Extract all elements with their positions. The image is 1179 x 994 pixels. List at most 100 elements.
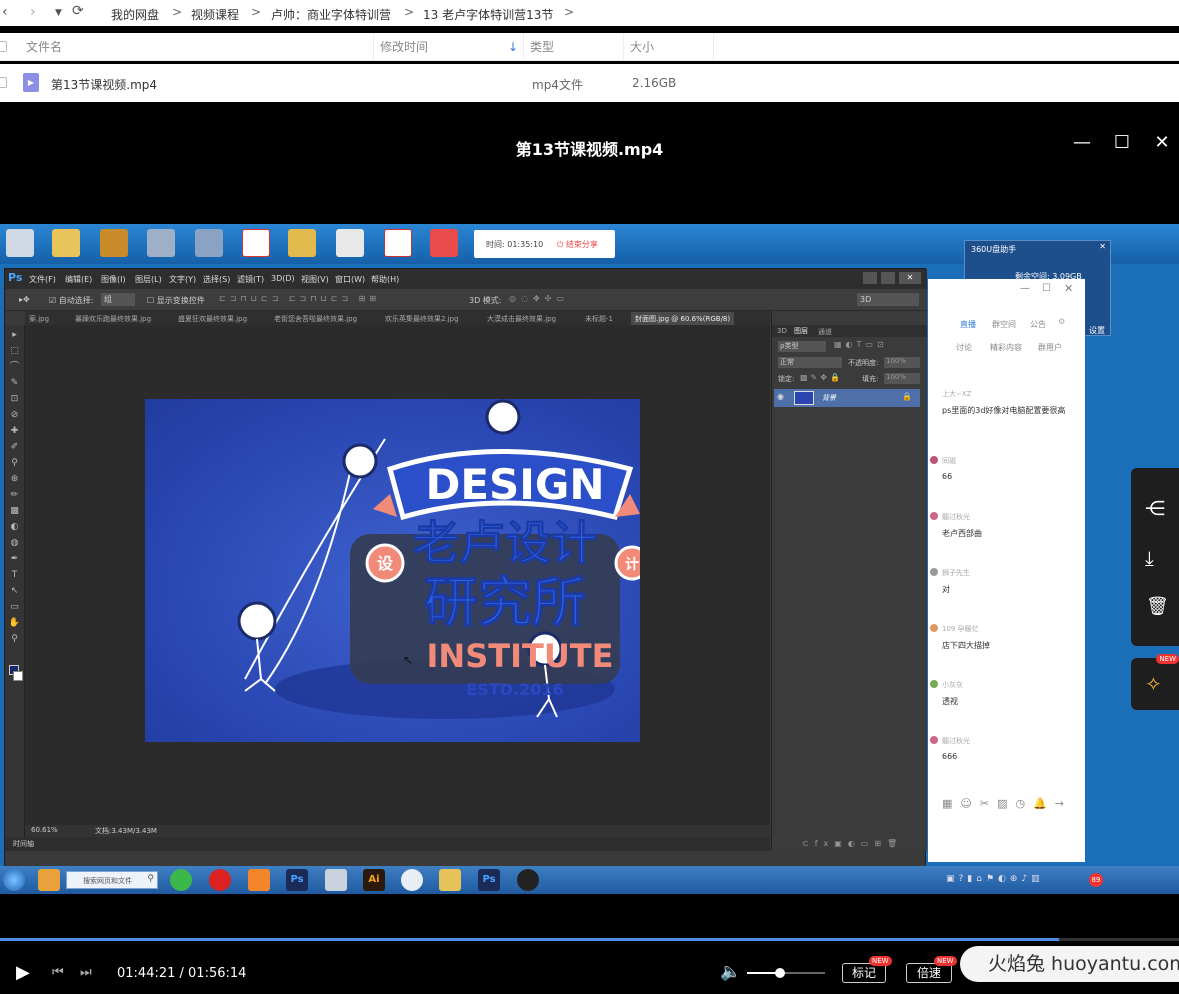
breadcrumb-item-courses[interactable]: 视频课程 xyxy=(191,6,239,23)
ps-menu-file[interactable]: 文件(F) xyxy=(29,274,56,285)
chat-settings-icon[interactable]: ⚙ xyxy=(1058,317,1065,326)
photoshop-icon[interactable]: Ps xyxy=(286,869,308,891)
ps-panel-tab-3d[interactable]: 3D xyxy=(777,327,787,335)
layer-visibility-icon[interactable]: ◉ xyxy=(777,392,784,401)
history-dropdown-icon[interactable]: ▼ xyxy=(55,8,62,18)
back-icon[interactable]: ‹ xyxy=(2,4,8,20)
close-icon[interactable]: ✕ xyxy=(1151,132,1173,153)
explorer-icon[interactable] xyxy=(439,869,461,891)
recorder-icon[interactable] xyxy=(209,869,231,891)
ps-tab[interactable]: 未标题-1 xyxy=(585,314,613,324)
forward-icon[interactable]: › xyxy=(30,4,36,20)
ps-panel-tab-channels[interactable]: 通道 xyxy=(818,327,832,337)
chat-tab-notice[interactable]: 公告 xyxy=(1030,319,1046,330)
column-type[interactable]: 类型 xyxy=(524,33,624,61)
column-name[interactable]: 文件名 xyxy=(20,33,374,61)
share-icon[interactable]: ⋲ xyxy=(1145,496,1165,520)
ps-canvas-area[interactable]: DESIGN 老卢设计 研究所 INSTITUTE 设 计 ESTD.2016 … xyxy=(25,325,770,837)
next-icon[interactable]: ⏭ xyxy=(80,965,92,980)
ps-tab[interactable]: 盛夏狂欢最终效果.jpg xyxy=(178,314,247,324)
ps-menu-view[interactable]: 视图(V) xyxy=(301,274,329,285)
refresh-icon[interactable]: ⟳ xyxy=(72,3,84,19)
background-color-swatch[interactable] xyxy=(13,671,23,681)
usb-helper-settings[interactable]: 设置 xyxy=(1089,325,1105,336)
ps-menu-3d[interactable]: 3D(D) xyxy=(271,274,295,283)
layer-filter-icons[interactable]: ▦◐T▭⊡ xyxy=(834,340,888,349)
end-share-button[interactable]: ⏻ 结束分享 xyxy=(557,239,598,250)
volume-knob[interactable] xyxy=(774,968,785,978)
taskbar-search-input[interactable]: 搜索网页和文件 ⚲ xyxy=(66,871,158,889)
layer-name[interactable]: 背景 xyxy=(822,393,836,403)
ps-tab-active[interactable]: 封面图.jpg @ 60.6%(RGB/8) xyxy=(631,312,735,325)
layer-row-background[interactable]: ◉ 背景 🔒 xyxy=(774,389,920,407)
system-tray-icons[interactable]: ▣?▮⌂⚑◐⊕♪▥ xyxy=(946,874,1044,884)
play-icon[interactable]: ▶ xyxy=(16,962,30,983)
taskbar-app-icon[interactable] xyxy=(38,869,60,891)
ps-menu-layer[interactable]: 图层(L) xyxy=(135,274,162,285)
ps-tab[interactable]: 老街您舍吾啦最终效果.jpg xyxy=(274,314,357,324)
chat-minimize-icon[interactable]: — xyxy=(1020,283,1030,294)
show-transform-checkbox[interactable]: ☐ 显示变换控件 xyxy=(147,295,205,306)
ps-close-icon[interactable]: ✕ xyxy=(899,272,921,284)
illustrator-icon[interactable]: Ai xyxy=(363,869,385,891)
column-size[interactable]: 大小 xyxy=(624,33,714,61)
auto-select-checkbox[interactable]: ☑ 自动选择: xyxy=(49,295,93,306)
ps-menu-window[interactable]: 窗口(W) xyxy=(335,274,365,285)
column-modified[interactable]: 修改时间 ↓ xyxy=(374,33,524,61)
file-name[interactable]: 第13节课视频.mp4 xyxy=(51,76,157,93)
align-icons[interactable]: ⊏⊐⊓⊔⊏⊐ ⊏⊐⊓⊔⊏⊐ ⊞⊞ xyxy=(219,294,380,303)
app-icon[interactable] xyxy=(248,869,270,891)
ps-maximize-icon[interactable] xyxy=(881,272,895,284)
ps-minimize-icon[interactable] xyxy=(863,272,877,284)
chat-toolbar-icons[interactable]: ▦☺✂▨◷🔔→ xyxy=(942,797,1072,810)
ps-menu-type[interactable]: 文字(Y) xyxy=(169,274,196,285)
speed-button[interactable]: 倍速 xyxy=(906,963,952,983)
auto-select-dropdown[interactable]: 组 xyxy=(101,293,135,306)
progress-track[interactable] xyxy=(0,938,1179,941)
file-row[interactable]: ▶ 第13节课视频.mp4 mp4文件 2.16GB xyxy=(0,64,1179,102)
chrome-icon[interactable] xyxy=(401,869,423,891)
layer-panel-footer-icons[interactable]: ⊂fx▣◐▭⊞🗑 xyxy=(802,839,903,848)
download-icon[interactable]: ⤓ xyxy=(1145,546,1154,570)
mark-button[interactable]: 标记 xyxy=(842,963,886,983)
3d-mode-icons[interactable]: ◎◌✥✣▭ xyxy=(509,294,569,303)
ps-menu-image[interactable]: 图像(I) xyxy=(101,274,126,285)
opacity-input[interactable]: 100% xyxy=(884,357,920,368)
photoshop-icon[interactable]: Ps xyxy=(478,869,500,891)
browser-icon[interactable] xyxy=(170,869,192,891)
chat-maximize-icon[interactable]: ☐ xyxy=(1042,283,1051,294)
start-button-icon[interactable] xyxy=(3,869,25,891)
layer-kind-filter[interactable]: ρ类型 xyxy=(778,341,826,352)
lock-icons[interactable]: ▩✎✥🔒 xyxy=(800,373,843,382)
ps-tab[interactable]: 欢乐英集最终效果2.jpg xyxy=(385,314,459,324)
ps-tab[interactable]: 暴躁欢乐跑最终效果.jpg xyxy=(75,314,151,324)
ps-tab[interactable]: 案.jpg xyxy=(29,314,49,324)
app-icon[interactable] xyxy=(325,869,347,891)
move-tool-icon[interactable]: ▸✥ xyxy=(19,295,30,304)
usb-helper-close-icon[interactable]: ✕ xyxy=(1099,242,1106,251)
volume-icon[interactable]: 🔈 xyxy=(720,962,741,982)
breadcrumb-item-disk[interactable]: 我的网盘 xyxy=(111,6,159,23)
ps-menu-help[interactable]: 帮助(H) xyxy=(371,274,399,285)
delete-icon[interactable]: 🗑 xyxy=(1146,596,1169,617)
row-checkbox[interactable] xyxy=(0,77,7,88)
ps-menu-edit[interactable]: 编辑(E) xyxy=(65,274,92,285)
chat-tab-space[interactable]: 群空间 xyxy=(992,319,1016,330)
previous-icon[interactable]: ⏮ xyxy=(52,965,64,980)
minimize-icon[interactable]: — xyxy=(1071,132,1093,153)
ps-tool-icons[interactable]: ▸ ⬚ ⌒ ✎ ⊡ ⊘ ✚ ✐ ⚲ ⊛ ✏ ▩ ◐ ◍ ✒ T ↖ ▭ ✋ ⚲ xyxy=(5,325,24,647)
workspace-dropdown[interactable]: 3D xyxy=(857,293,919,306)
artwork-canvas[interactable]: DESIGN 老卢设计 研究所 INSTITUTE 设 计 ESTD.2016 xyxy=(145,399,640,742)
fill-input[interactable]: 100% xyxy=(884,373,920,384)
ps-menu-filter[interactable]: 滤镜(T) xyxy=(237,274,264,285)
chat-subtab-highlights[interactable]: 精彩内容 xyxy=(990,342,1022,353)
maximize-icon[interactable]: ☐ xyxy=(1111,132,1133,153)
volume-slider[interactable] xyxy=(747,968,825,978)
chat-close-icon[interactable]: ✕ xyxy=(1064,282,1073,295)
ps-tab[interactable]: 大漠成击最终效果.jpg xyxy=(487,314,556,324)
pin-icon[interactable]: ✧ xyxy=(1145,672,1162,696)
blend-mode-dropdown[interactable]: 正常 xyxy=(778,357,842,368)
breadcrumb-item-course[interactable]: 卢帅：商业字体特训营 xyxy=(271,6,391,23)
chat-subtab-members[interactable]: 群用户 xyxy=(1038,342,1062,353)
ps-timeline-label[interactable]: 时间轴 xyxy=(13,839,34,849)
